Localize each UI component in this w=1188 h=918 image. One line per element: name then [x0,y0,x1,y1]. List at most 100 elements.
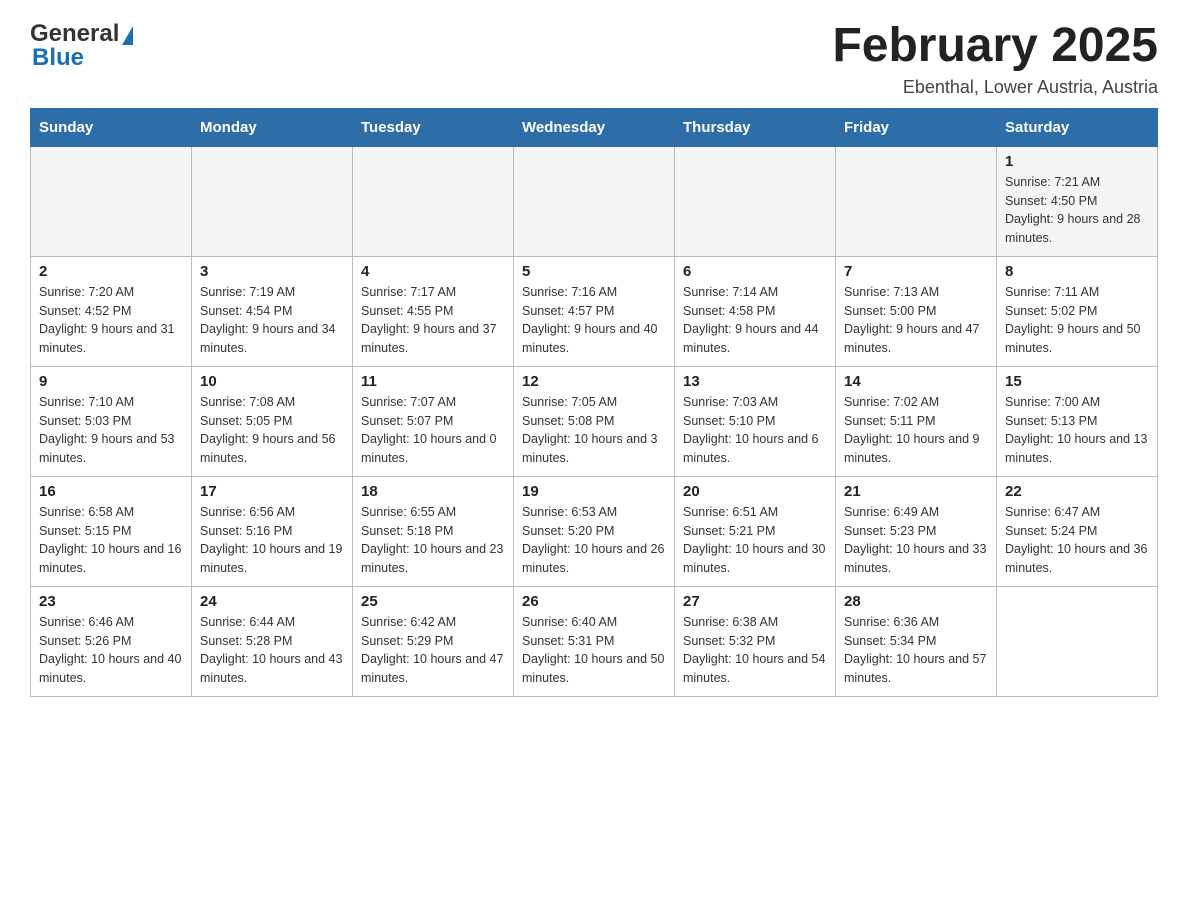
day-number: 21 [844,483,988,500]
calendar-cell: 22Sunrise: 6:47 AMSunset: 5:24 PMDayligh… [997,476,1158,586]
day-number: 2 [39,263,183,280]
day-number: 8 [1005,263,1149,280]
day-number: 16 [39,483,183,500]
day-info: Sunrise: 7:17 AMSunset: 4:55 PMDaylight:… [361,283,505,358]
day-number: 14 [844,373,988,390]
calendar-cell [192,146,353,256]
day-info: Sunrise: 7:16 AMSunset: 4:57 PMDaylight:… [522,283,666,358]
col-header-saturday: Saturday [997,108,1158,146]
day-info: Sunrise: 7:07 AMSunset: 5:07 PMDaylight:… [361,393,505,468]
calendar-cell: 17Sunrise: 6:56 AMSunset: 5:16 PMDayligh… [192,476,353,586]
day-info: Sunrise: 6:44 AMSunset: 5:28 PMDaylight:… [200,613,344,688]
day-number: 13 [683,373,827,390]
day-info: Sunrise: 6:58 AMSunset: 5:15 PMDaylight:… [39,503,183,578]
day-number: 28 [844,593,988,610]
day-number: 10 [200,373,344,390]
calendar-cell [31,146,192,256]
day-info: Sunrise: 7:08 AMSunset: 5:05 PMDaylight:… [200,393,344,468]
calendar-week-4: 23Sunrise: 6:46 AMSunset: 5:26 PMDayligh… [31,586,1158,696]
calendar-cell: 13 Sunrise: 7:03 AMSunset: 5:10 PMDayligh… [675,366,836,476]
day-number: 25 [361,593,505,610]
calendar-cell [514,146,675,256]
day-number: 26 [522,593,666,610]
calendar-cell: 28 Sunrise: 6:36 AMSunset: 5:34 PMDayligh… [836,586,997,696]
day-info: Sunrise: 6:38 AMSunset: 5:32 PMDaylight:… [683,613,827,688]
calendar-cell: 25 Sunrise: 6:42 AMSunset: 5:29 PMDayligh… [353,586,514,696]
calendar-cell [997,586,1158,696]
calendar-cell: 14 Sunrise: 7:02 AMSunset: 5:11 PMDayligh… [836,366,997,476]
calendar-cell [675,146,836,256]
day-info: Sunrise: 7:21 AMSunset: 4:50 PMDaylight:… [1005,173,1149,248]
calendar-cell: 27 Sunrise: 6:38 AMSunset: 5:32 PMDayligh… [675,586,836,696]
day-number: 1 [1005,153,1149,170]
calendar-cell: 5 Sunrise: 7:16 AMSunset: 4:57 PMDaylight… [514,256,675,366]
calendar-cell: 21 Sunrise: 6:49 AMSunset: 5:23 PMDayligh… [836,476,997,586]
col-header-thursday: Thursday [675,108,836,146]
day-info: Sunrise: 7:20 AMSunset: 4:52 PMDaylight:… [39,283,183,358]
day-info: Sunrise: 7:02 AMSunset: 5:11 PMDaylight:… [844,393,988,468]
col-header-wednesday: Wednesday [514,108,675,146]
calendar-cell: 8 Sunrise: 7:11 AMSunset: 5:02 PMDaylight… [997,256,1158,366]
day-number: 17 [200,483,344,500]
day-info: Sunrise: 6:42 AMSunset: 5:29 PMDaylight:… [361,613,505,688]
calendar-table: SundayMondayTuesdayWednesdayThursdayFrid… [30,108,1158,697]
calendar-week-3: 16 Sunrise: 6:58 AMSunset: 5:15 PMDayligh… [31,476,1158,586]
calendar-cell: 15 Sunrise: 7:00 AMSunset: 5:13 PMDayligh… [997,366,1158,476]
calendar-cell [353,146,514,256]
day-number: 27 [683,593,827,610]
col-header-monday: Monday [192,108,353,146]
day-number: 5 [522,263,666,280]
calendar-header-row: SundayMondayTuesdayWednesdayThursdayFrid… [31,108,1158,146]
day-info: Sunrise: 6:49 AMSunset: 5:23 PMDaylight:… [844,503,988,578]
day-info: Sunrise: 6:40 AMSunset: 5:31 PMDaylight:… [522,613,666,688]
calendar-cell: 20 Sunrise: 6:51 AMSunset: 5:21 PMDayligh… [675,476,836,586]
calendar-cell: 4 Sunrise: 7:17 AMSunset: 4:55 PMDaylight… [353,256,514,366]
day-number: 11 [361,373,505,390]
day-number: 12 [522,373,666,390]
day-info: Sunrise: 6:51 AMSunset: 5:21 PMDaylight:… [683,503,827,578]
day-number: 6 [683,263,827,280]
day-number: 4 [361,263,505,280]
day-info: Sunrise: 6:53 AMSunset: 5:20 PMDaylight:… [522,503,666,578]
page-header: General Blue February 2025 Ebenthal, Low… [30,20,1158,98]
day-number: 9 [39,373,183,390]
day-info: Sunrise: 7:11 AMSunset: 5:02 PMDaylight:… [1005,283,1149,358]
day-info: Sunrise: 7:10 AMSunset: 5:03 PMDaylight:… [39,393,183,468]
day-number: 18 [361,483,505,500]
day-info: Sunrise: 6:46 AMSunset: 5:26 PMDaylight:… [39,613,183,688]
calendar-cell [836,146,997,256]
day-info: Sunrise: 7:03 AMSunset: 5:10 PMDaylight:… [683,393,827,468]
day-info: Sunrise: 6:55 AMSunset: 5:18 PMDaylight:… [361,503,505,578]
calendar-week-0: 1 Sunrise: 7:21 AMSunset: 4:50 PMDaylight… [31,146,1158,256]
calendar-cell: 19 Sunrise: 6:53 AMSunset: 5:20 PMDayligh… [514,476,675,586]
calendar-cell: 24 Sunrise: 6:44 AMSunset: 5:28 PMDayligh… [192,586,353,696]
logo-triangle-icon [122,26,133,45]
month-title: February 2025 [832,20,1158,73]
day-number: 24 [200,593,344,610]
day-number: 19 [522,483,666,500]
calendar-cell: 6 Sunrise: 7:14 AMSunset: 4:58 PMDaylight… [675,256,836,366]
logo-blue: Blue [32,44,84,72]
day-info: Sunrise: 7:14 AMSunset: 4:58 PMDaylight:… [683,283,827,358]
calendar-week-2: 9 Sunrise: 7:10 AMSunset: 5:03 PMDaylight… [31,366,1158,476]
title-area: February 2025 Ebenthal, Lower Austria, A… [832,20,1158,98]
calendar-week-1: 2 Sunrise: 7:20 AMSunset: 4:52 PMDaylight… [31,256,1158,366]
col-header-tuesday: Tuesday [353,108,514,146]
logo: General Blue [30,20,133,72]
calendar-cell: 23Sunrise: 6:46 AMSunset: 5:26 PMDayligh… [31,586,192,696]
day-number: 20 [683,483,827,500]
day-number: 15 [1005,373,1149,390]
location: Ebenthal, Lower Austria, Austria [832,77,1158,98]
day-info: Sunrise: 7:05 AMSunset: 5:08 PMDaylight:… [522,393,666,468]
calendar-cell: 18 Sunrise: 6:55 AMSunset: 5:18 PMDayligh… [353,476,514,586]
calendar-cell: 3Sunrise: 7:19 AMSunset: 4:54 PMDaylight… [192,256,353,366]
calendar-cell: 12 Sunrise: 7:05 AMSunset: 5:08 PMDayligh… [514,366,675,476]
day-info: Sunrise: 7:13 AMSunset: 5:00 PMDaylight:… [844,283,988,358]
day-info: Sunrise: 6:36 AMSunset: 5:34 PMDaylight:… [844,613,988,688]
calendar-cell: 7Sunrise: 7:13 AMSunset: 5:00 PMDaylight… [836,256,997,366]
calendar-cell: 9 Sunrise: 7:10 AMSunset: 5:03 PMDaylight… [31,366,192,476]
calendar-cell: 11 Sunrise: 7:07 AMSunset: 5:07 PMDayligh… [353,366,514,476]
day-info: Sunrise: 7:00 AMSunset: 5:13 PMDaylight:… [1005,393,1149,468]
calendar-cell: 2 Sunrise: 7:20 AMSunset: 4:52 PMDaylight… [31,256,192,366]
calendar-cell: 1 Sunrise: 7:21 AMSunset: 4:50 PMDaylight… [997,146,1158,256]
